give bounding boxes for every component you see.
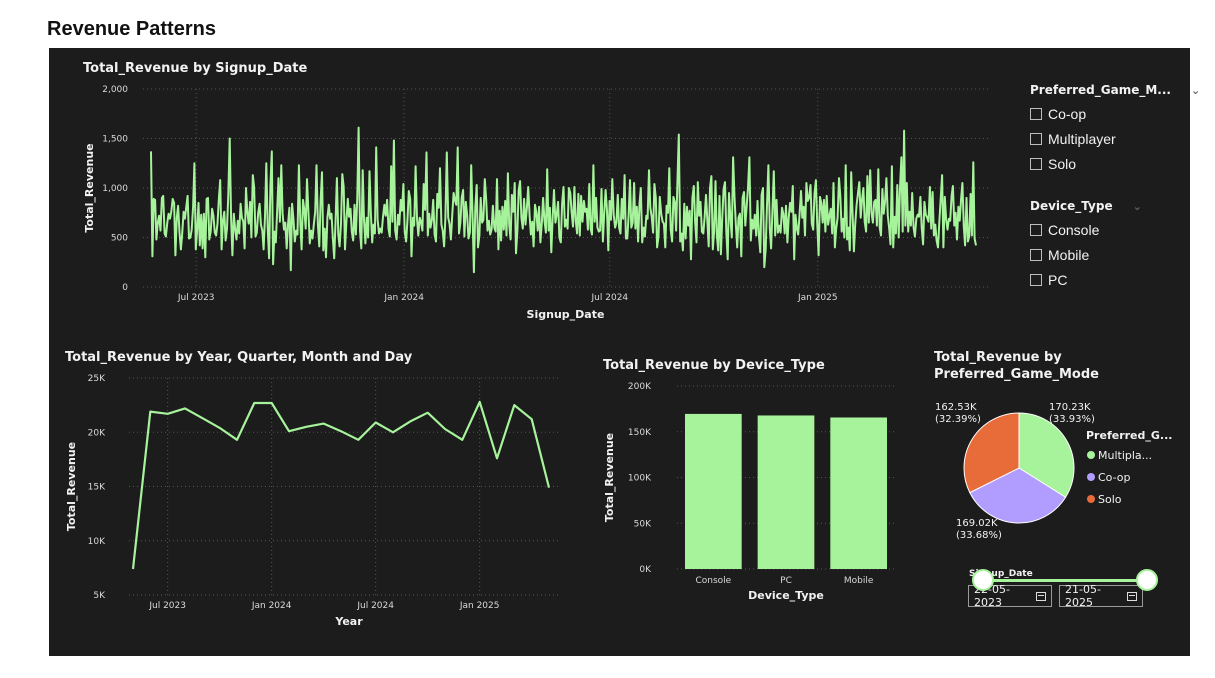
legend-title: Preferred_G... <box>1086 429 1172 442</box>
slicer-item-label: Console <box>1048 222 1100 238</box>
y-tick-label: 100K <box>628 474 652 484</box>
year-line-chart-title: Total_Revenue by Year, Quarter, Month an… <box>65 350 413 365</box>
y-tick-label: 2,000 <box>102 85 128 95</box>
device-bar-chart[interactable]: 0K 50K 100K 150K 200K Console PC Mobile Device_T… <box>603 380 903 610</box>
signup-line-chart[interactable]: 0 500 1,000 1,500 2,000 Jul 2023 Jan 2024 Jul 2… <box>83 79 993 334</box>
checkbox[interactable] <box>1030 224 1042 236</box>
x-tick-label: Mobile <box>844 576 874 586</box>
slicer-item-label: PC <box>1048 272 1068 288</box>
slicer-item-label: Co-op <box>1048 106 1087 122</box>
y-tick-label: 150K <box>628 428 652 438</box>
y-tick-label: 25K <box>88 374 106 384</box>
pie-data-label: 162.53K(32.39%) <box>935 402 981 425</box>
dashboard: Total_Revenue by Signup_Date 0 500 1,000 1,… <box>49 48 1200 656</box>
slicer-item-label: Solo <box>1048 156 1077 172</box>
checkbox[interactable] <box>1030 249 1042 261</box>
slicer-item-console[interactable]: Console <box>1030 222 1142 238</box>
chevron-down-icon[interactable]: ⌄ <box>1133 200 1142 213</box>
y-tick-label: 20K <box>88 428 106 438</box>
checkbox[interactable] <box>1030 108 1042 120</box>
legend-label: Multipla... <box>1098 449 1152 462</box>
checkbox[interactable] <box>1030 274 1042 286</box>
slicer-item-co-op[interactable]: Co-op <box>1030 106 1200 122</box>
x-tick-label: Jul 2024 <box>591 293 629 303</box>
series-line[interactable] <box>150 126 977 274</box>
x-tick-label: Jul 2023 <box>177 293 215 303</box>
x-tick-label: Jul 2024 <box>356 601 394 611</box>
end-date-input[interactable]: 21-05-2025 <box>1059 583 1143 609</box>
slicer-item-solo[interactable]: Solo <box>1030 156 1200 172</box>
y-tick-label: 0K <box>639 565 652 575</box>
x-tick-label: PC <box>780 576 792 586</box>
pie-data-label: 169.02K(33.68%) <box>956 518 1002 541</box>
calendar-icon[interactable] <box>1036 591 1046 601</box>
slicer-item-mobile[interactable]: Mobile <box>1030 247 1142 263</box>
game-mode-pie-title: Total_Revenue by Preferred_Game_Mode <box>934 350 1099 382</box>
pie-data-label-line: 169.02K <box>956 518 998 529</box>
x-tick-label: Console <box>695 576 731 586</box>
y-tick-label: 500 <box>111 234 128 244</box>
y-axis-title: Total_Revenue <box>83 143 96 232</box>
y-tick-label: 1,000 <box>102 184 128 194</box>
x-axis-title: Year <box>334 615 363 628</box>
x-tick-label: Jan 2024 <box>383 293 424 303</box>
game-mode-pie-chart[interactable]: 170.23K (33.93%) 169.02K (33.68%) 162.53K (32… <box>919 388 1189 558</box>
pie-data-label: 170.23K(33.93%) <box>1049 402 1095 425</box>
legend-swatch <box>1087 495 1095 503</box>
bar[interactable] <box>830 417 888 569</box>
slicer-item-multiplayer[interactable]: Multiplayer <box>1030 131 1200 147</box>
legend-swatch <box>1087 473 1095 481</box>
pie-data-label-line: 170.23K <box>1049 402 1091 413</box>
x-axis-title: Device_Type <box>748 589 824 602</box>
y-tick-label: 0 <box>122 283 128 293</box>
page-title: Revenue Patterns <box>47 18 216 40</box>
date-range-start-handle[interactable] <box>972 569 994 591</box>
chevron-down-icon[interactable]: ⌄ <box>1191 84 1200 97</box>
year-line-chart[interactable]: 5K 10K 15K 20K 25K Jul 2023 Jan 2024 Jul 2024 Ja… <box>65 372 565 634</box>
series-line[interactable] <box>131 400 551 570</box>
slicer-item-label: Multiplayer <box>1048 131 1116 147</box>
pie-data-label-line: 162.53K <box>935 402 977 413</box>
end-date-value: 21-05-2025 <box>1065 583 1101 609</box>
device-type-slicer[interactable]: Device_Type ⌄ Console Mobile PC <box>1030 199 1142 288</box>
bar[interactable] <box>757 415 815 569</box>
checkbox[interactable] <box>1030 133 1042 145</box>
game-mode-slicer[interactable]: Preferred_Game_M... ⌄ Co-op Multiplayer … <box>1030 83 1200 172</box>
y-tick-label: 5K <box>93 591 106 601</box>
checkbox[interactable] <box>1030 158 1042 170</box>
slicer-item-label: Mobile <box>1048 247 1090 263</box>
y-tick-label: 50K <box>634 519 652 529</box>
date-range-end-handle[interactable] <box>1136 569 1158 591</box>
signup-line-chart-title: Total_Revenue by Signup_Date <box>83 61 308 76</box>
pie-data-label-line: (33.93%) <box>1049 414 1095 425</box>
y-tick-label: 200K <box>628 382 652 392</box>
calendar-icon[interactable] <box>1127 591 1137 601</box>
y-tick-label: 10K <box>88 537 106 547</box>
y-axis-title: Total_Revenue <box>603 433 616 522</box>
legend-label: Co-op <box>1098 471 1131 484</box>
pie-data-label-line: (33.68%) <box>956 530 1002 541</box>
y-axis-title: Total_Revenue <box>65 442 78 531</box>
bar[interactable] <box>684 413 742 569</box>
y-tick-label: 15K <box>88 483 106 493</box>
game-mode-slicer-title: Preferred_Game_M... <box>1030 83 1171 97</box>
legend-swatch <box>1087 451 1095 459</box>
x-axis-title: Signup_Date <box>527 308 605 321</box>
pie-data-label-line: (32.39%) <box>935 414 981 425</box>
x-tick-label: Jan 2025 <box>797 293 838 303</box>
y-tick-label: 1,500 <box>102 135 128 145</box>
x-tick-label: Jan 2025 <box>459 601 500 611</box>
device-type-slicer-title: Device_Type <box>1030 199 1113 213</box>
device-bar-chart-title: Total_Revenue by Device_Type <box>603 358 825 373</box>
legend-label: Solo <box>1098 493 1122 506</box>
x-tick-label: Jul 2023 <box>148 601 186 611</box>
date-range-slider-track[interactable] <box>983 579 1147 582</box>
slicer-item-pc[interactable]: PC <box>1030 272 1142 288</box>
x-tick-label: Jan 2024 <box>251 601 292 611</box>
